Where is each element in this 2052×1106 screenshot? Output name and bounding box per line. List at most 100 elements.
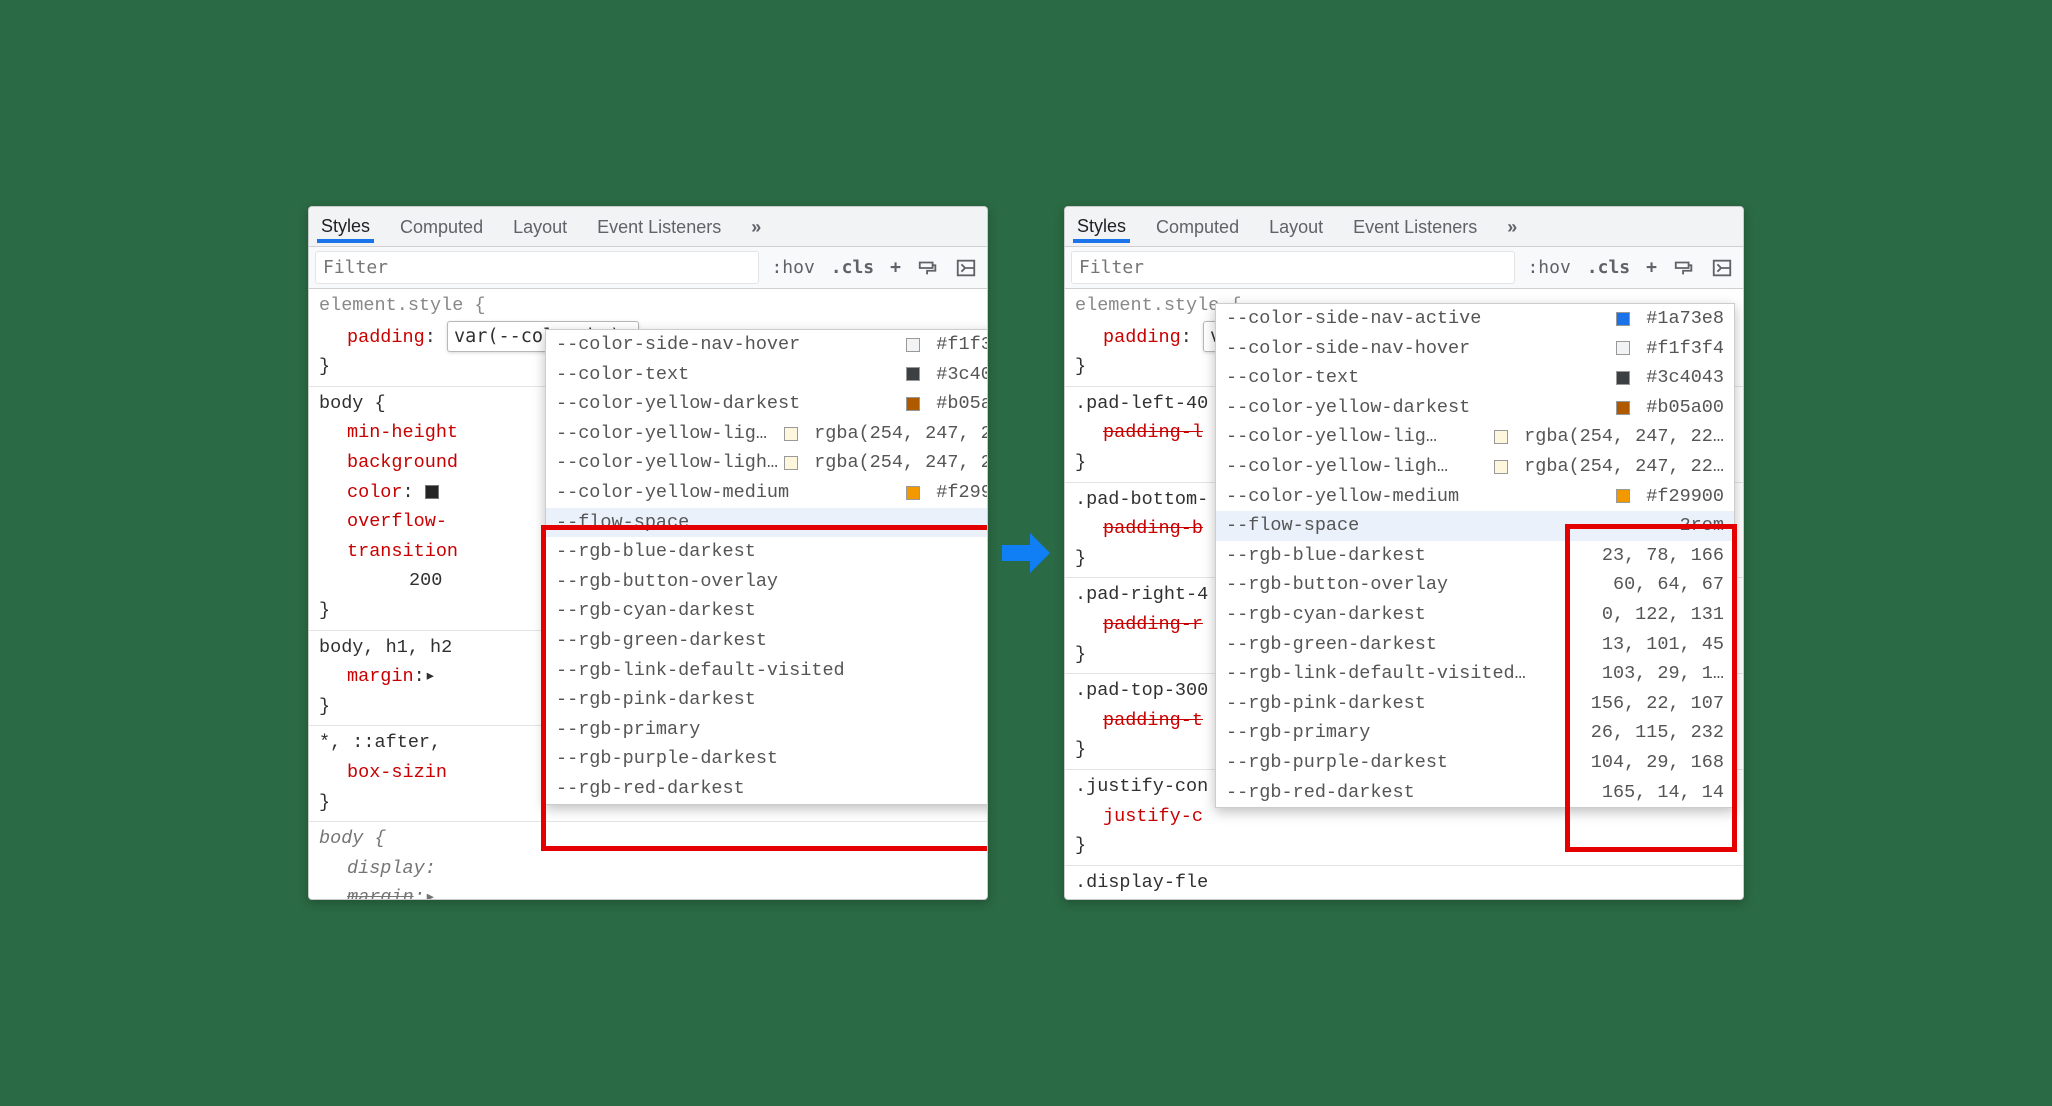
- autocomplete-item[interactable]: --color-yellow-lig…rgba(254, 247, 22…: [1216, 422, 1734, 452]
- autocomplete-item[interactable]: --rgb-primary: [546, 715, 987, 745]
- autocomplete-item[interactable]: --rgb-red-darkest: [546, 774, 987, 804]
- autocomplete-item[interactable]: --rgb-purple-darkest104, 29, 168: [1216, 748, 1734, 778]
- autocomplete-item[interactable]: --rgb-blue-darkest23, 78, 166: [1216, 541, 1734, 571]
- autocomplete-item[interactable]: --rgb-pink-darkest156, 22, 107: [1216, 689, 1734, 719]
- property-name[interactable]: min-height: [319, 422, 458, 443]
- rule-close-brace: }: [319, 356, 330, 377]
- autocomplete-item[interactable]: --rgb-blue-darkest: [546, 537, 987, 567]
- autocomplete-item[interactable]: --flow-space: [546, 508, 987, 538]
- property-name[interactable]: margin: [319, 887, 414, 899]
- property-name[interactable]: display: [319, 858, 425, 879]
- selector-text: body {: [319, 828, 386, 849]
- new-rule-button[interactable]: +: [1642, 255, 1661, 280]
- css-var-name: --rgb-green-darkest: [1226, 630, 1592, 660]
- tab-event-listeners[interactable]: Event Listeners: [1349, 211, 1481, 242]
- css-var-name: --color-yellow-lig…: [556, 419, 784, 449]
- filter-input[interactable]: [1071, 251, 1515, 284]
- css-var-value: 156, 22, 107: [1591, 689, 1724, 719]
- filter-input[interactable]: [315, 251, 759, 284]
- paint-icon[interactable]: [913, 255, 943, 281]
- new-rule-button[interactable]: +: [886, 255, 905, 280]
- tab-computed[interactable]: Computed: [396, 211, 487, 242]
- property-name[interactable]: padding-b: [1075, 518, 1203, 539]
- css-var-value: 165, 14, 14: [1602, 778, 1724, 808]
- css-var-name: --color-side-nav-hover: [1226, 334, 1616, 364]
- autocomplete-item[interactable]: --rgb-link-default-visited…103, 29, 1…: [1216, 659, 1734, 689]
- hov-toggle[interactable]: :hov: [1523, 255, 1574, 280]
- property-name[interactable]: padding-l: [1075, 422, 1203, 443]
- autocomplete-item[interactable]: --color-yellow-darkest#b05a00: [1216, 393, 1734, 423]
- autocomplete-item[interactable]: --color-side-nav-hover#f1f3f4: [546, 330, 987, 360]
- property-name[interactable]: padding-t: [1075, 710, 1203, 731]
- autocomplete-item[interactable]: --color-text#3c4043: [1216, 363, 1734, 393]
- tab-more[interactable]: »: [1503, 211, 1523, 242]
- css-var-name: --color-side-nav-active: [1226, 304, 1616, 334]
- css-var-name: --color-text: [556, 360, 906, 390]
- autocomplete-item[interactable]: --rgb-link-default-visited: [546, 656, 987, 686]
- dock-icon[interactable]: [1707, 255, 1737, 281]
- tab-layout[interactable]: Layout: [509, 211, 571, 242]
- property-name[interactable]: margin: [319, 666, 414, 687]
- paint-icon[interactable]: [1669, 255, 1699, 281]
- autocomplete-item[interactable]: --rgb-button-overlay: [546, 567, 987, 597]
- style-rules-area: element.style { padding: var(--color-bg)…: [1065, 289, 1743, 899]
- autocomplete-item[interactable]: --color-yellow-medium#f29900: [1216, 482, 1734, 512]
- autocomplete-item[interactable]: --rgb-button-overlay60, 64, 67: [1216, 570, 1734, 600]
- cls-toggle[interactable]: .cls: [827, 255, 878, 280]
- css-var-value: rgba(254, 247, 22…: [814, 419, 987, 449]
- autocomplete-item[interactable]: --rgb-green-darkest13, 101, 45: [1216, 630, 1734, 660]
- css-var-name: --rgb-red-darkest: [1226, 778, 1592, 808]
- autocomplete-item[interactable]: --rgb-cyan-darkest: [546, 596, 987, 626]
- devtools-styles-panel-after: Styles Computed Layout Event Listeners »…: [1064, 206, 1744, 900]
- tab-event-listeners[interactable]: Event Listeners: [593, 211, 725, 242]
- autocomplete-item[interactable]: --rgb-purple-darkest: [546, 744, 987, 774]
- css-var-name: --rgb-red-darkest: [556, 774, 987, 804]
- autocomplete-item[interactable]: --rgb-red-darkest 165, 14, 14: [1216, 778, 1734, 808]
- autocomplete-item[interactable]: --rgb-primary26, 115, 232: [1216, 718, 1734, 748]
- autocomplete-item[interactable]: --color-yellow-ligh…rgba(254, 247, 22…: [546, 448, 987, 478]
- autocomplete-item[interactable]: --color-side-nav-active#1a73e8: [1216, 304, 1734, 334]
- selector-text: .pad-left-40: [1075, 393, 1208, 414]
- rule-body-ua[interactable]: body { display: margin:▸: [309, 822, 987, 899]
- css-var-name: --rgb-primary: [556, 715, 987, 745]
- tab-styles[interactable]: Styles: [1073, 210, 1130, 243]
- cls-toggle[interactable]: .cls: [1583, 255, 1634, 280]
- tab-computed[interactable]: Computed: [1152, 211, 1243, 242]
- property-name[interactable]: background: [319, 452, 458, 473]
- autocomplete-item[interactable]: --flow-space2rem: [1216, 511, 1734, 541]
- property-name[interactable]: padding-r: [1075, 614, 1203, 635]
- property-name[interactable]: transition: [319, 541, 458, 562]
- autocomplete-item[interactable]: --color-yellow-medium#f29900: [546, 478, 987, 508]
- property-name[interactable]: justify-c: [1075, 806, 1203, 827]
- autocomplete-item[interactable]: --color-yellow-ligh…rgba(254, 247, 22…: [1216, 452, 1734, 482]
- autocomplete-item[interactable]: --rgb-green-darkest: [546, 626, 987, 656]
- property-name[interactable]: overflow-: [319, 511, 447, 532]
- tab-more[interactable]: »: [747, 211, 767, 242]
- css-var-value: 23, 78, 166: [1602, 541, 1724, 571]
- autocomplete-item[interactable]: --color-yellow-lig… rgba(254, 247, 22…: [546, 419, 987, 449]
- property-name[interactable]: color: [319, 482, 403, 503]
- autocomplete-dropdown[interactable]: --color-side-nav-active#1a73e8--color-si…: [1215, 303, 1735, 808]
- selector-text: .justify-con: [1075, 776, 1208, 797]
- property-name[interactable]: box-sizin: [319, 762, 447, 783]
- hov-toggle[interactable]: :hov: [767, 255, 818, 280]
- css-var-value: 60, 64, 67: [1613, 570, 1724, 600]
- autocomplete-item[interactable]: --color-side-nav-hover#f1f3f4: [1216, 334, 1734, 364]
- autocomplete-dropdown[interactable]: --color-side-nav-hover#f1f3f4--color-tex…: [545, 329, 987, 805]
- dock-icon[interactable]: [951, 255, 981, 281]
- autocomplete-item[interactable]: --rgb-pink-darkest: [546, 685, 987, 715]
- autocomplete-item[interactable]: --color-text#3c4043: [546, 360, 987, 390]
- color-swatch[interactable]: [425, 485, 439, 499]
- autocomplete-item[interactable]: --rgb-cyan-darkest0, 122, 131: [1216, 600, 1734, 630]
- property-name[interactable]: padding: [1075, 327, 1181, 348]
- autocomplete-item[interactable]: --color-yellow-darkest#b05a00: [546, 389, 987, 419]
- color-swatch: [1616, 312, 1630, 326]
- tab-layout[interactable]: Layout: [1265, 211, 1327, 242]
- selector-text: body {: [319, 393, 386, 414]
- rule-display-flex[interactable]: .display-fle: [1065, 866, 1743, 899]
- rule-close-brace: }: [1075, 452, 1086, 473]
- tab-styles[interactable]: Styles: [317, 210, 374, 243]
- css-var-name: --rgb-green-darkest: [556, 626, 987, 656]
- css-var-name: --rgb-purple-darkest: [1226, 748, 1581, 778]
- property-name[interactable]: padding: [319, 327, 425, 348]
